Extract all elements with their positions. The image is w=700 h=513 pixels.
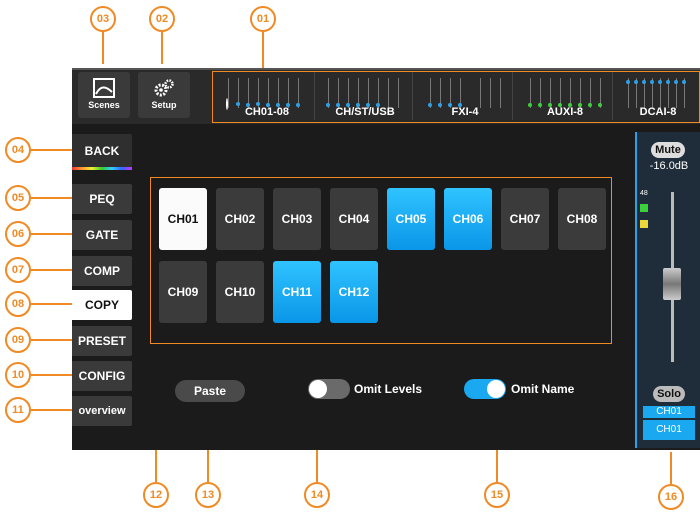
- callout-03: 03: [90, 6, 116, 32]
- back-label: BACK: [84, 144, 120, 158]
- sidebar-item-copy[interactable]: COPY: [72, 290, 132, 320]
- channel-button[interactable]: CH06: [444, 188, 492, 250]
- fader-group-dca1-8[interactable]: DCAI-8: [618, 72, 698, 120]
- sidebar-item-label: PEQ: [89, 192, 115, 206]
- fader-group-label: FXI-4: [451, 106, 479, 118]
- fader-group-fx1-4[interactable]: FXI-4: [418, 72, 513, 120]
- solo-button[interactable]: Solo: [653, 386, 685, 402]
- setup-button[interactable]: Setup: [138, 72, 190, 118]
- sidebar-item-label: CONFIG: [78, 369, 126, 383]
- channel-button[interactable]: CH05: [387, 188, 435, 250]
- gear-icon: [154, 79, 174, 97]
- omit-name-toggle[interactable]: [464, 379, 506, 399]
- callout-04: 04: [5, 137, 31, 163]
- channel-button[interactable]: CH08: [558, 188, 606, 250]
- mixer-screen: Scenes Setup CH01-08 CH/ST/USB FXI-4 AUX…: [72, 68, 700, 450]
- omit-levels-label: Omit Levels: [354, 382, 423, 396]
- callout-12: 12: [143, 482, 169, 508]
- channel-button[interactable]: CH02: [216, 188, 264, 250]
- fader-group-label: AUXI-8: [546, 106, 584, 118]
- mute-button[interactable]: Mute: [651, 142, 685, 158]
- callout-01: 01: [250, 6, 276, 32]
- rainbow-bar: [72, 167, 132, 170]
- scenes-button[interactable]: Scenes: [78, 72, 130, 118]
- meter-yellow-indicator: [640, 220, 648, 228]
- channel-button[interactable]: CH04: [330, 188, 378, 250]
- channel-button[interactable]: CH01: [159, 188, 207, 250]
- fader-group-label: DCAI-8: [639, 106, 677, 118]
- callout-10: 10: [5, 362, 31, 388]
- callout-16: 16: [658, 484, 684, 510]
- fader-group-ch-st-usb[interactable]: CH/ST/USB: [318, 72, 413, 120]
- scenes-label: Scenes: [88, 100, 120, 110]
- channel-button[interactable]: CH07: [501, 188, 549, 250]
- sidebar-item-label: COPY: [84, 298, 119, 312]
- level-readout: -16.0dB: [649, 160, 689, 172]
- scenes-icon: [93, 78, 115, 98]
- sidebar-item-label: COMP: [84, 264, 120, 278]
- channel-fader-knob[interactable]: [663, 268, 681, 300]
- channel-select-grid: CH01 CH02 CH03 CH04 CH05 CH06 CH07 CH08 CH09 CH10…: [150, 177, 612, 344]
- channel-tag-top: CH01: [643, 406, 695, 418]
- callout-11: 11: [5, 397, 31, 423]
- channel-tag-bottom[interactable]: CH01: [643, 420, 695, 440]
- top-bar: Scenes Setup CH01-08 CH/ST/USB FXI-4 AUX…: [72, 70, 700, 124]
- callout-15: 15: [484, 482, 510, 508]
- setup-label: Setup: [151, 100, 177, 110]
- sidebar-item-peq[interactable]: PEQ: [72, 184, 132, 214]
- fader-group-ch01-08[interactable]: CH01-08: [220, 72, 315, 120]
- sidebar-item-comp[interactable]: COMP: [72, 256, 132, 286]
- fader-group-label: CH01-08: [244, 106, 290, 118]
- back-button[interactable]: BACK: [72, 134, 132, 170]
- sidebar-item-gate[interactable]: GATE: [72, 220, 132, 250]
- callout-05: 05: [5, 185, 31, 211]
- meter-scale-top: 48: [640, 190, 648, 197]
- fader-group-label: CH/ST/USB: [335, 106, 395, 118]
- channel-button[interactable]: CH09: [159, 261, 207, 323]
- omit-levels-toggle[interactable]: [308, 379, 350, 399]
- sidebar-item-label: PRESET: [77, 334, 126, 348]
- channel-button[interactable]: CH03: [273, 188, 321, 250]
- channel-button[interactable]: CH12: [330, 261, 378, 323]
- fader-group-aux1-8[interactable]: AUXI-8: [518, 72, 613, 120]
- callout-09: 09: [5, 327, 31, 353]
- channel-button[interactable]: CH11: [273, 261, 321, 323]
- meter-green-indicator: [640, 204, 648, 212]
- callout-06: 06: [5, 221, 31, 247]
- sidebar-item-label: overview: [78, 405, 126, 417]
- callout-02: 02: [149, 6, 175, 32]
- paste-button[interactable]: Paste: [175, 380, 245, 402]
- omit-name-label: Omit Name: [511, 382, 575, 396]
- callout-08: 08: [5, 291, 31, 317]
- sidebar-item-config[interactable]: CONFIG: [72, 361, 132, 391]
- callout-14: 14: [304, 482, 330, 508]
- sidebar-item-label: GATE: [85, 228, 119, 242]
- callout-07: 07: [5, 257, 31, 283]
- channel-button[interactable]: CH10: [216, 261, 264, 323]
- sidebar-item-overview[interactable]: overview: [72, 396, 132, 426]
- selected-channel-strip: Mute -16.0dB 48 Solo CH01 CH01: [635, 132, 700, 448]
- callout-13: 13: [195, 482, 221, 508]
- sidebar-item-preset[interactable]: PRESET: [72, 326, 132, 356]
